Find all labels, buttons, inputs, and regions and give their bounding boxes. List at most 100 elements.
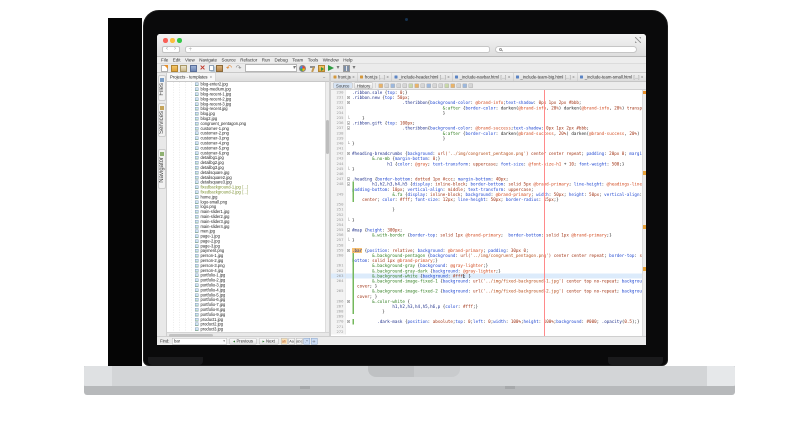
find-next-button[interactable]: ▸ Next — [259, 338, 278, 345]
new-project-icon[interactable] — [171, 65, 178, 72]
editor-toolbar: Source History — [331, 82, 646, 90]
files-icon — [160, 78, 164, 82]
address-bar[interactable]: + — [185, 46, 490, 54]
toggle-highlight-icon[interactable] — [415, 83, 420, 88]
menu-item-help[interactable]: Help — [343, 58, 352, 63]
expand-icon[interactable] — [635, 37, 641, 43]
editor-tab--include-header-html[interactable]: _include-header.html[...]× — [392, 73, 453, 81]
find-previous-button[interactable]: ◂ Previous — [229, 338, 256, 345]
zoom-window-icon[interactable] — [177, 38, 182, 43]
next-bookmark-icon[interactable] — [427, 83, 432, 88]
run-project-icon[interactable] — [328, 65, 334, 71]
editor-tab--include-team-small-html[interactable]: _include-team-small.html[...]× — [578, 73, 646, 81]
copy-icon[interactable] — [209, 65, 214, 71]
code-line[interactable]: 272 — [331, 329, 646, 334]
highlight-results-toggle[interactable]: ab — [281, 338, 288, 345]
start-macro-icon[interactable] — [451, 83, 456, 88]
match-case-toggle[interactable]: Aa — [288, 338, 295, 345]
clean-build-icon[interactable] — [318, 65, 325, 72]
shift-left-icon[interactable] — [439, 83, 444, 88]
source-view-button[interactable]: Source — [333, 83, 352, 89]
editor-tab--include-navbar-html[interactable]: _include-navbar.html[...]× — [453, 73, 514, 81]
find-selection-icon[interactable] — [397, 83, 402, 88]
save-all-icon[interactable] — [190, 65, 197, 72]
tree-vertical-scrollbar[interactable] — [325, 82, 329, 332]
menu-item-run[interactable]: Run — [262, 58, 270, 63]
open-project-icon[interactable] — [180, 65, 187, 72]
close-tab-icon[interactable]: × — [352, 75, 354, 80]
image-file-icon — [195, 117, 199, 121]
warning-tick-icon[interactable] — [643, 267, 646, 271]
menu-item-team[interactable]: Team — [292, 58, 303, 63]
close-tab-icon[interactable]: × — [641, 75, 643, 80]
back-icon[interactable] — [385, 83, 390, 88]
set-configuration-icon[interactable] — [299, 65, 306, 72]
sidebar-tab-services[interactable]: Services — [158, 103, 166, 137]
find-previous-icon[interactable] — [409, 83, 414, 88]
cut-icon[interactable]: ✕ — [199, 65, 206, 72]
profile-project-icon[interactable] — [343, 65, 350, 72]
close-tab-icon[interactable]: × — [386, 75, 388, 80]
new-file-icon[interactable] — [161, 65, 168, 72]
sidebar-tab-navigator[interactable]: Navigator — [158, 149, 166, 189]
close-tab-icon[interactable]: × — [447, 75, 449, 80]
editor-tab--include-team-big-html[interactable]: _include-team-big.html[...]× — [513, 73, 577, 81]
menu-item-edit[interactable]: Edit — [173, 58, 181, 63]
back-icon[interactable]: ‹ — [166, 47, 168, 52]
forward-icon[interactable] — [391, 83, 396, 88]
stop-macro-icon[interactable] — [457, 83, 462, 88]
close-tab-icon[interactable]: × — [572, 75, 574, 80]
wrap-around-toggle[interactable]: ∞ — [311, 338, 318, 345]
regular-expression-toggle[interactable]: .* — [303, 338, 310, 345]
minimize-window-icon[interactable] — [170, 38, 175, 43]
menu-item-file[interactable]: File — [161, 58, 168, 63]
search-input[interactable] — [495, 46, 637, 54]
sidebar-tab-files[interactable]: Files — [158, 75, 166, 101]
close-window-icon[interactable] — [163, 38, 168, 43]
editor-panel: front.js×front.js[...]×_include-header.h… — [331, 73, 646, 336]
code-editor[interactable]: 230.ribbon.sale {top: 0;}231.ribbon.new … — [331, 90, 646, 336]
history-view-button[interactable]: History — [354, 83, 373, 89]
last-edit-icon[interactable] — [379, 83, 384, 88]
toggle-bookmark-icon[interactable] — [433, 83, 438, 88]
shift-right-icon[interactable] — [445, 83, 450, 88]
comment-icon[interactable] — [463, 83, 468, 88]
paste-icon[interactable] — [216, 65, 223, 72]
warning-tick-icon[interactable] — [643, 225, 646, 229]
laptop-mockup-scene: ‹ › + File Edit View Navigate Source Refactor… — [0, 0, 800, 440]
redo-icon[interactable]: ↷ — [235, 65, 242, 72]
back-forward-buttons[interactable]: ‹ › — [162, 46, 180, 54]
run-configuration-combobox[interactable]: ▾ — [245, 64, 297, 72]
deck-right-cap — [707, 366, 735, 386]
previous-bookmark-icon[interactable] — [421, 83, 426, 88]
profile-dropdown-caret[interactable]: ▾ — [352, 65, 356, 72]
tree-horizontal-scrollbar[interactable] — [167, 332, 329, 336]
uncomment-icon[interactable] — [469, 83, 474, 88]
ide-window: ‹ › + File Edit View Navigate Source Refactor… — [157, 34, 646, 345]
minimize-panel-icon[interactable]: − — [320, 75, 329, 80]
forward-icon[interactable]: › — [174, 47, 176, 52]
close-icon[interactable]: × — [210, 75, 212, 80]
hinge-right — [608, 357, 663, 365]
find-next-icon[interactable] — [403, 83, 408, 88]
editor-tab-front-js[interactable]: front.js× — [331, 73, 358, 81]
menu-item-refactor[interactable]: Refactor — [240, 58, 257, 63]
menu-item-tools[interactable]: Tools — [308, 58, 319, 63]
file-status-indicator — [643, 91, 646, 94]
close-tab-icon[interactable]: × — [508, 75, 510, 80]
warning-tick-icon[interactable] — [643, 171, 646, 175]
tab-projects[interactable]: Projects - templates × — [167, 73, 216, 81]
run-dropdown-caret[interactable]: ▾ — [336, 65, 340, 72]
menu-item-window[interactable]: Window — [323, 58, 339, 63]
whole-words-toggle[interactable]: ab| — [296, 338, 303, 345]
find-input[interactable]: bar ▾ — [172, 338, 227, 345]
editor-tab-front-js[interactable]: front.js[...]× — [358, 73, 392, 81]
undo-icon[interactable]: ↶ — [226, 65, 233, 72]
build-project-icon[interactable] — [309, 65, 316, 72]
new-tab-icon[interactable]: + — [189, 47, 193, 53]
menu-item-source[interactable]: Source — [221, 58, 235, 63]
error-stripe[interactable] — [642, 90, 646, 336]
menu-item-debug[interactable]: Debug — [274, 58, 287, 63]
menu-item-navigate[interactable]: Navigate — [199, 58, 217, 63]
menu-item-view[interactable]: View — [185, 58, 195, 63]
